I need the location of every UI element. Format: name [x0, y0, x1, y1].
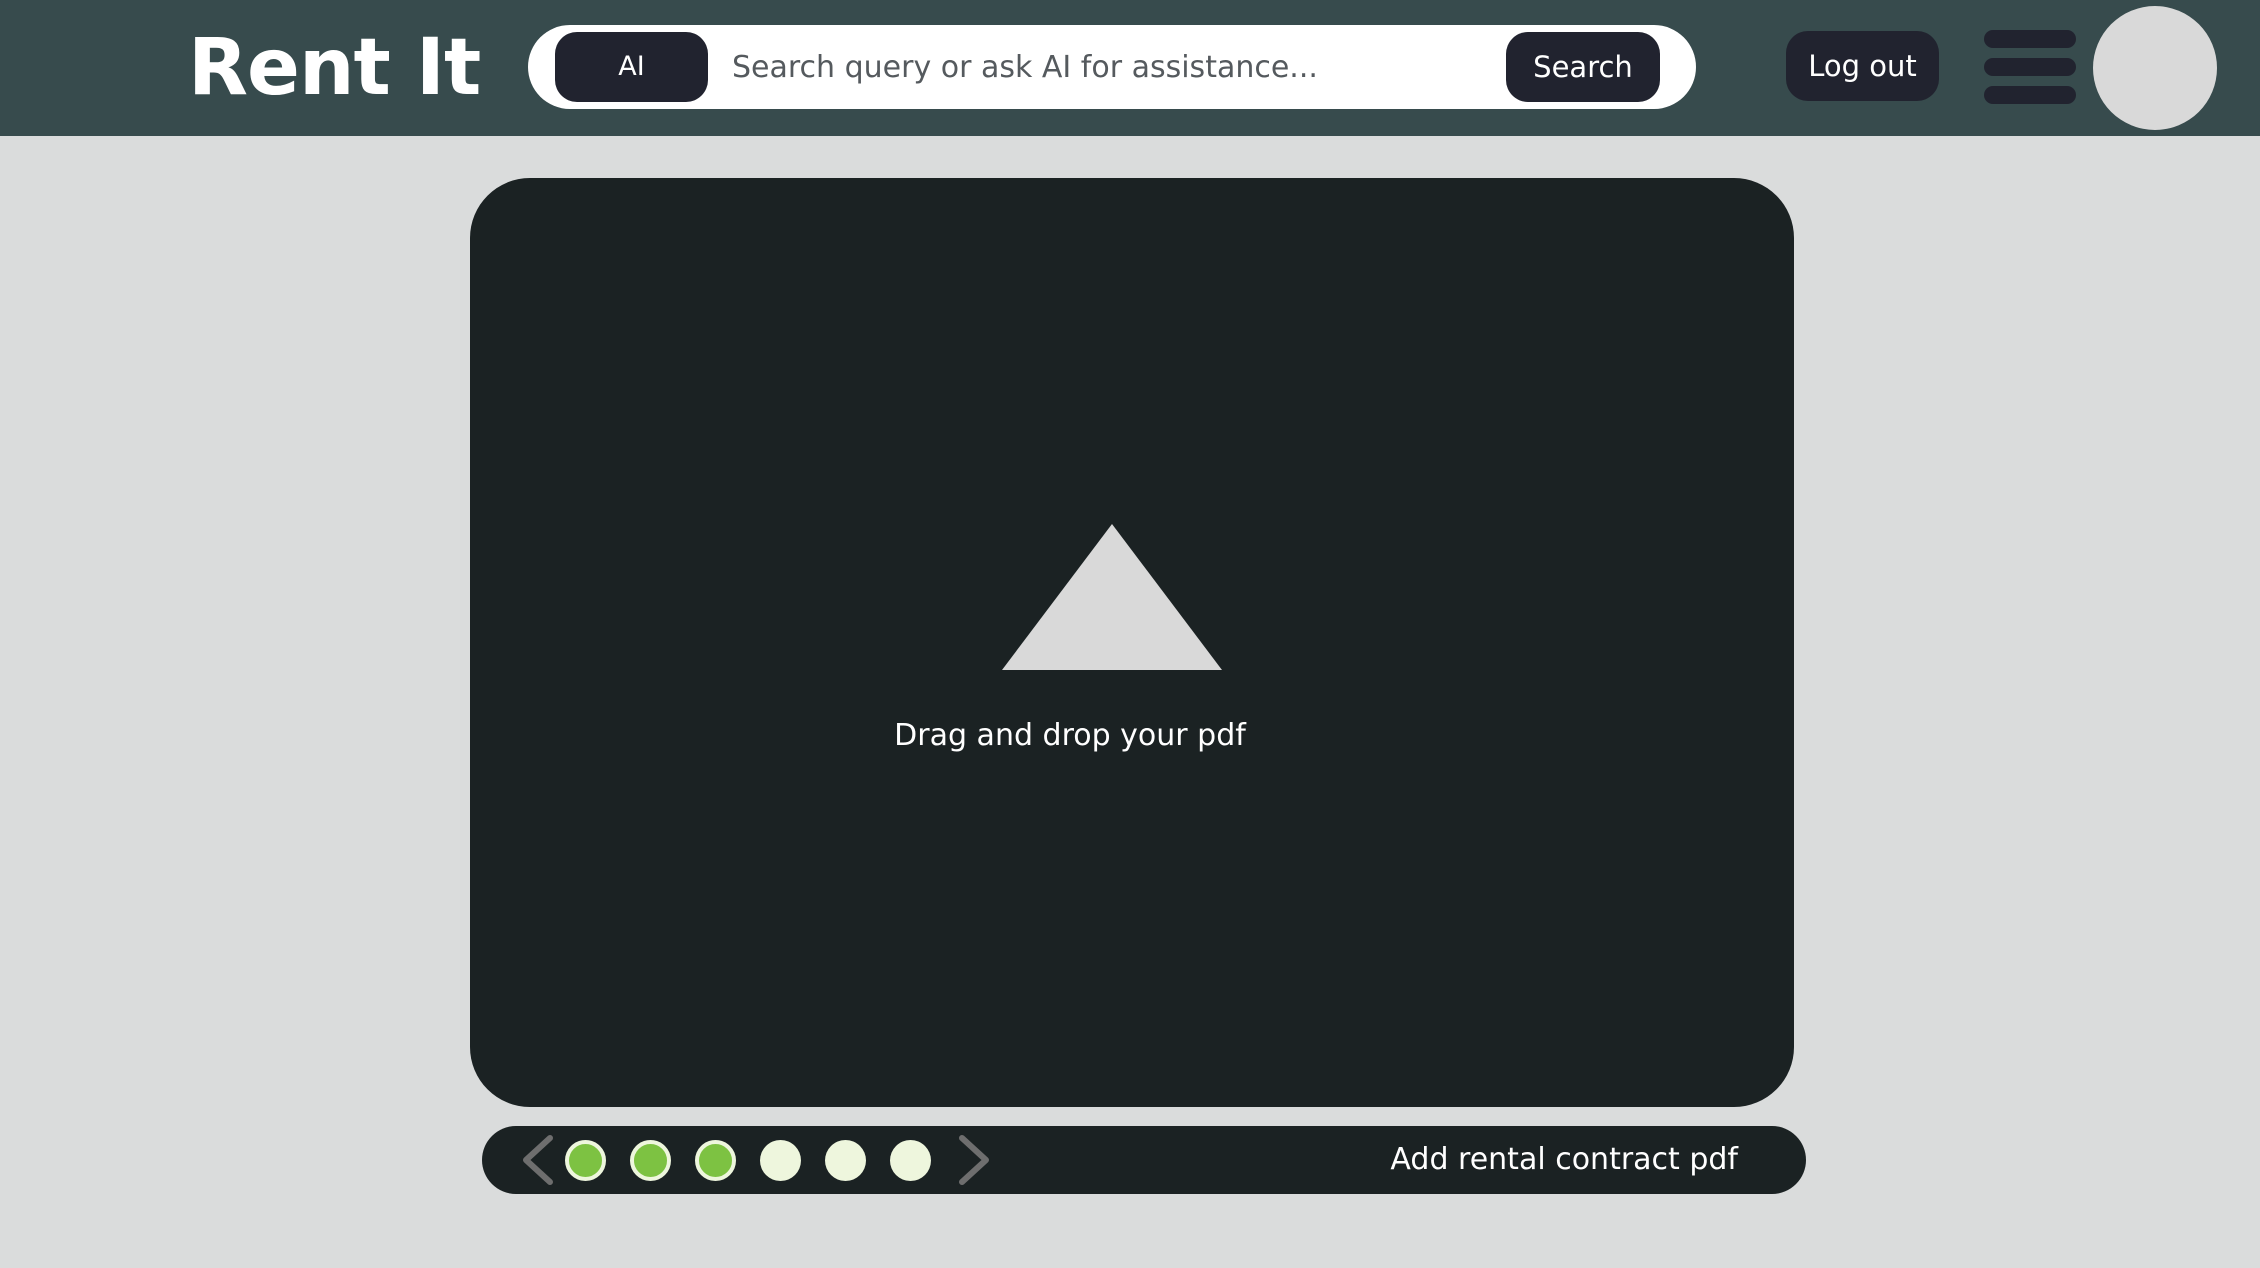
step-dot-pending[interactable] — [760, 1140, 801, 1181]
step-dot-completed[interactable] — [565, 1140, 606, 1181]
hamburger-menu-icon[interactable] — [1984, 30, 2076, 104]
menu-bar-middle — [1984, 58, 2076, 76]
pdf-drop-zone[interactable]: Drag and drop your pdf — [470, 178, 1794, 1107]
menu-bar-bottom — [1984, 86, 2076, 104]
brand-logo[interactable]: Rent It — [188, 22, 481, 114]
menu-bar-top — [1984, 30, 2076, 48]
step-dot-completed[interactable] — [630, 1140, 671, 1181]
top-nav-bar: Rent It AI Search Log out — [0, 0, 2260, 136]
search-button[interactable]: Search — [1506, 32, 1660, 102]
drop-zone-label: Drag and drop your pdf — [894, 718, 1246, 753]
chevron-right-icon[interactable] — [948, 1134, 1000, 1186]
chevron-left-icon[interactable] — [512, 1134, 564, 1186]
step-dot-pending[interactable] — [825, 1140, 866, 1181]
search-input[interactable] — [732, 37, 1492, 97]
step-dot-pending[interactable] — [890, 1140, 931, 1181]
step-dot-completed[interactable] — [695, 1140, 736, 1181]
step-progress-bar: Add rental contract pdf — [482, 1126, 1806, 1194]
upload-triangle-icon — [1002, 524, 1222, 670]
user-avatar[interactable] — [2093, 6, 2217, 130]
logout-button[interactable]: Log out — [1786, 31, 1939, 101]
search-bar: AI Search — [528, 25, 1696, 109]
current-step-label: Add rental contract pdf — [1390, 1142, 1738, 1177]
ai-toggle-button[interactable]: AI — [555, 32, 708, 102]
